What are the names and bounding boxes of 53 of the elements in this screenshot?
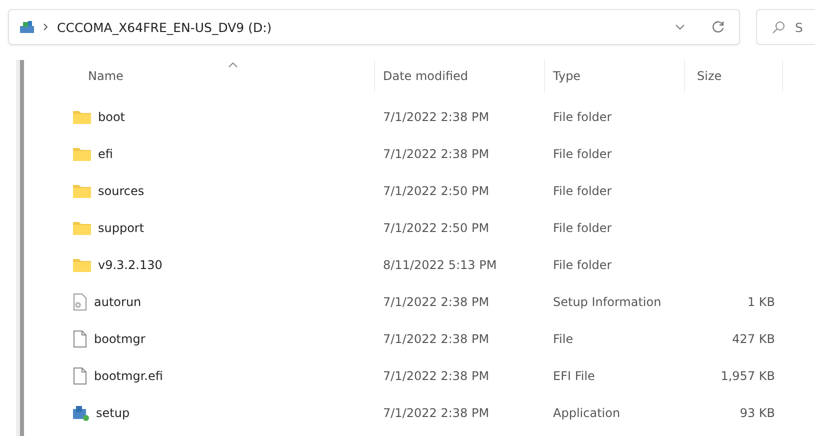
settings-file-icon bbox=[72, 292, 88, 310]
file-size: 93 KB bbox=[740, 406, 775, 420]
file-name[interactable]: efi bbox=[98, 146, 113, 160]
date-modified: 8/11/2022 5:13 PM bbox=[383, 258, 497, 272]
file-type: Setup Information bbox=[553, 294, 662, 308]
file-type: File folder bbox=[553, 220, 612, 234]
application-icon bbox=[72, 404, 90, 422]
file-name[interactable]: v9.3.2.130 bbox=[98, 258, 162, 272]
file-size: 1 KB bbox=[747, 294, 775, 308]
file-name[interactable]: support bbox=[98, 220, 144, 234]
search-field[interactable]: S bbox=[756, 9, 815, 45]
scrollbar[interactable] bbox=[16, 60, 24, 436]
date-modified: 7/1/2022 2:38 PM bbox=[383, 110, 490, 124]
column-header[interactable]: Size bbox=[685, 60, 783, 92]
file-name[interactable]: bootmgr.efi bbox=[94, 368, 163, 382]
file-name[interactable]: setup bbox=[96, 406, 130, 420]
date-modified: 7/1/2022 2:38 PM bbox=[383, 332, 490, 346]
file-type: File folder bbox=[553, 110, 612, 124]
folder-icon bbox=[72, 182, 92, 198]
folder-icon bbox=[72, 108, 92, 124]
column-header[interactable]: Name bbox=[50, 60, 375, 92]
date-modified: 7/1/2022 2:38 PM bbox=[383, 146, 490, 160]
file-name[interactable]: boot bbox=[98, 110, 126, 124]
date-modified: 7/1/2022 2:38 PM bbox=[383, 368, 490, 382]
file-type: File folder bbox=[553, 258, 612, 272]
chevron-icon bbox=[43, 23, 49, 31]
date-modified: 7/1/2022 2:50 PM bbox=[383, 220, 490, 234]
file-type: File bbox=[553, 332, 574, 346]
column-header[interactable]: Type bbox=[545, 60, 685, 92]
file-type: EFI File bbox=[553, 368, 595, 382]
refresh-icon[interactable] bbox=[711, 20, 725, 34]
file-type: Application bbox=[553, 406, 620, 420]
sort-caret-icon bbox=[228, 62, 238, 68]
date-modified: 7/1/2022 2:38 PM bbox=[383, 406, 490, 420]
dropdown-caret-icon[interactable] bbox=[675, 24, 685, 30]
date-modified: 7/1/2022 2:50 PM bbox=[383, 184, 490, 198]
folder-icon bbox=[72, 220, 92, 236]
file-icon bbox=[72, 330, 88, 348]
address-bar[interactable]: CCCOMA_X64FRE_EN-US_DV9 (D:) bbox=[8, 9, 740, 45]
column-header[interactable]: Date modified bbox=[375, 60, 545, 92]
file-name[interactable]: autorun bbox=[94, 294, 142, 308]
folder-icon bbox=[72, 256, 92, 272]
file-size: 1,957 KB bbox=[720, 368, 775, 382]
file-name[interactable]: sources bbox=[98, 184, 144, 198]
date-modified: 7/1/2022 2:38 PM bbox=[383, 294, 490, 308]
file-type: File folder bbox=[553, 184, 612, 198]
address-path: CCCOMA_X64FRE_EN-US_DV9 (D:) bbox=[57, 20, 273, 34]
file-size: 427 KB bbox=[732, 332, 775, 346]
file-icon bbox=[72, 366, 88, 384]
file-name[interactable]: bootmgr bbox=[94, 332, 146, 346]
folder-icon bbox=[72, 146, 92, 162]
drive-icon bbox=[19, 20, 35, 34]
file-type: File folder bbox=[553, 146, 612, 160]
